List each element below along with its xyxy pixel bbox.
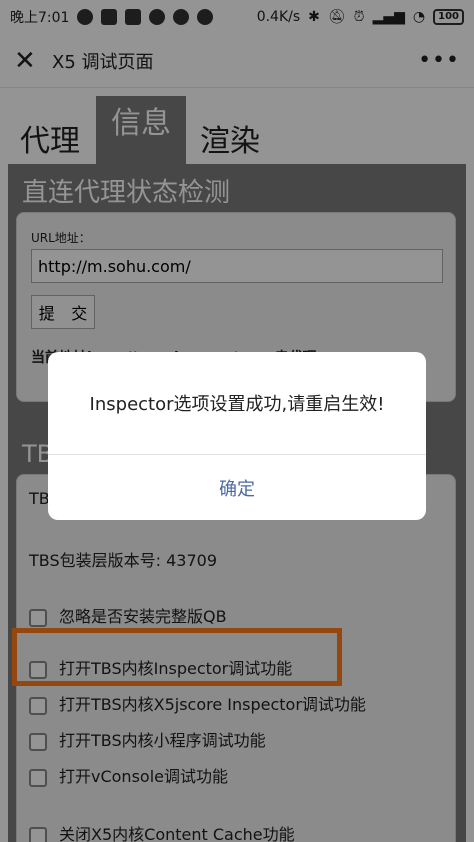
dialog-message: Inspector选项设置成功,请重启生效!: [89, 394, 385, 415]
confirm-button[interactable]: 确定: [48, 455, 426, 520]
alert-dialog: Inspector选项设置成功,请重启生效! 确定: [48, 352, 426, 520]
